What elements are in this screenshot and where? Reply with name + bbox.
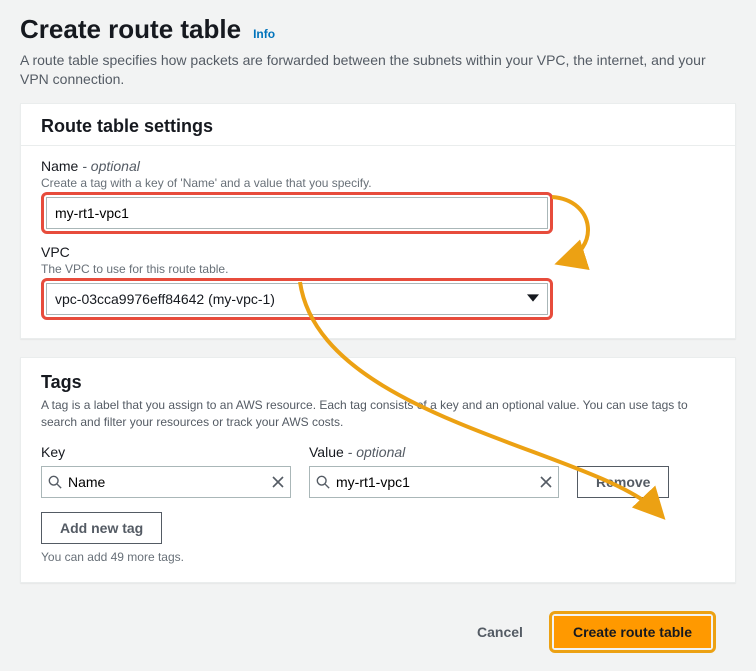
tag-value-label: Value - optional — [309, 444, 559, 460]
vpc-hint: The VPC to use for this route table. — [41, 262, 715, 276]
clear-icon[interactable] — [272, 476, 284, 488]
tag-key-label: Key — [41, 444, 291, 460]
tag-value-input[interactable] — [334, 473, 540, 491]
name-input[interactable] — [46, 197, 548, 229]
tag-key-input[interactable] — [66, 473, 272, 491]
name-hint: Create a tag with a key of 'Name' and a … — [41, 176, 715, 190]
remove-tag-button[interactable]: Remove — [577, 466, 669, 498]
add-tag-button[interactable]: Add new tag — [41, 512, 162, 544]
settings-panel-title: Route table settings — [21, 104, 735, 146]
tags-remaining-note: You can add 49 more tags. — [41, 550, 715, 564]
create-route-table-button[interactable]: Create route table — [554, 616, 711, 648]
vpc-select[interactable]: vpc-03cca9976eff84642 (my-vpc-1) — [46, 283, 548, 315]
info-link[interactable]: Info — [253, 27, 275, 41]
vpc-label: VPC — [41, 244, 715, 260]
tags-panel-title: Tags — [41, 372, 715, 393]
tags-panel: Tags A tag is a label that you assign to… — [20, 357, 736, 584]
page-description: A route table specifies how packets are … — [20, 51, 720, 89]
cancel-button[interactable]: Cancel — [459, 618, 541, 646]
vpc-selected-value: vpc-03cca9976eff84642 (my-vpc-1) — [55, 291, 275, 307]
search-icon — [316, 475, 334, 489]
name-label: Name - optional — [41, 158, 715, 174]
page-title: Create route table — [20, 14, 241, 45]
tag-value-input-wrap[interactable] — [309, 466, 559, 498]
settings-panel: Route table settings Name - optional Cre… — [20, 103, 736, 339]
clear-icon[interactable] — [540, 476, 552, 488]
caret-down-icon — [527, 291, 539, 307]
search-icon — [48, 475, 66, 489]
tags-description: A tag is a label that you assign to an A… — [41, 397, 715, 431]
tag-key-input-wrap[interactable] — [41, 466, 291, 498]
